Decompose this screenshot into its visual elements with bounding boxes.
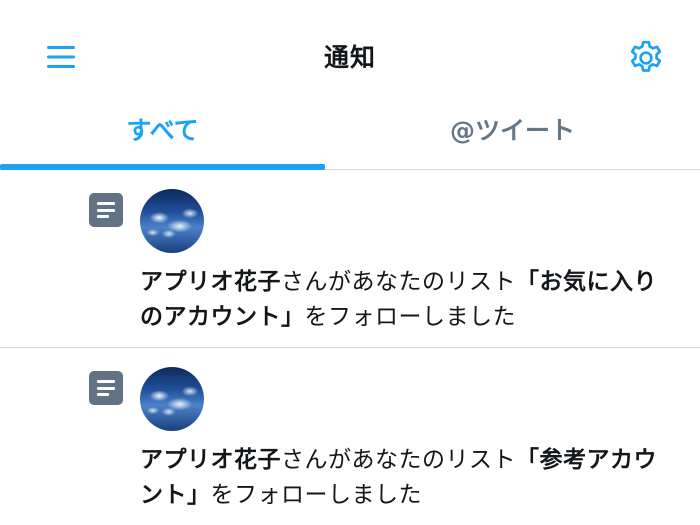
list-icon [89, 371, 123, 405]
list-bracket: 」 [281, 304, 305, 330]
list-bracket: 「 [516, 269, 540, 295]
notification-text-part: さんがあなたのリスト [281, 447, 516, 473]
avatar[interactable] [140, 367, 204, 431]
user-name[interactable]: アプリオ花子 [140, 269, 281, 295]
notification-text-part: さんがあなたのリスト [281, 269, 516, 295]
notification-text-part: をフォローしました [304, 304, 516, 330]
top-bar: 通知 [0, 0, 700, 110]
settings-button[interactable] [626, 38, 666, 78]
user-name[interactable]: アプリオ花子 [140, 447, 281, 473]
tab-mentions[interactable]: @ツイート [325, 106, 700, 170]
notification-text: アプリオ花子さんがあなたのリスト「参考アカウント」をフォローしました [140, 443, 660, 513]
active-tab-indicator [0, 164, 325, 170]
tab-all[interactable]: すべて [0, 106, 325, 170]
avatar[interactable] [140, 189, 204, 253]
notification-text-part: をフォローしました [210, 482, 422, 508]
page-title: 通知 [323, 43, 376, 72]
list-bracket: 」 [187, 482, 211, 508]
gear-icon [630, 40, 662, 72]
notification-tabs: すべて @ツイート [0, 106, 700, 170]
notification-item[interactable]: アプリオ花子さんがあなたのリスト「お気に入りのアカウント」をフォローしました [0, 171, 700, 348]
list-bracket: 「 [516, 447, 540, 473]
list-icon [89, 193, 123, 227]
notification-text: アプリオ花子さんがあなたのリスト「お気に入りのアカウント」をフォローしました [140, 265, 660, 335]
notification-item[interactable]: アプリオ花子さんがあなたのリスト「参考アカウント」をフォローしました [0, 349, 700, 525]
